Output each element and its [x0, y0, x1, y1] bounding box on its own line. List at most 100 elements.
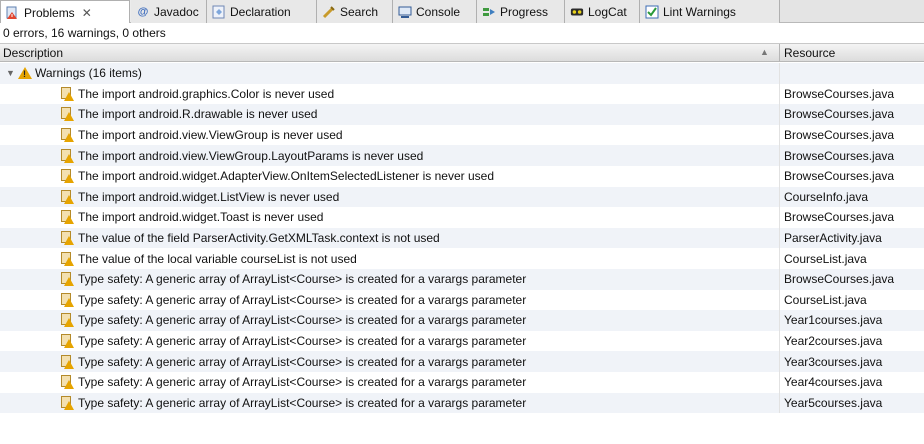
problems-table: ▼ ! Warnings (16 items) The import andro… — [0, 63, 924, 414]
resource-cell: BrowseCourses.java — [784, 86, 895, 101]
warning-marker-icon — [60, 86, 74, 101]
description-text: The import android.widget.ListView is ne… — [78, 189, 340, 204]
description-cell: The value of the local variable courseLi… — [0, 251, 357, 266]
description-cell: The import android.R.drawable is never u… — [0, 107, 318, 122]
group-cell: ▼ ! Warnings (16 items) — [0, 66, 142, 80]
lint-icon — [645, 5, 659, 19]
column-divider — [779, 330, 780, 352]
resource-cell: Year3courses.java — [784, 354, 883, 369]
resource-cell: Year4courses.java — [784, 375, 883, 390]
tab-label: Search — [340, 4, 379, 19]
description-text: Type safety: A generic array of ArrayLis… — [78, 354, 527, 369]
description-cell: Type safety: A generic array of ArrayLis… — [0, 375, 526, 390]
table-row[interactable]: The value of the local variable courseLi… — [0, 248, 924, 269]
resource-cell: CourseList.java — [784, 251, 867, 266]
description-text: The value of the field ParserActivity.Ge… — [78, 231, 440, 246]
resource-cell: BrowseCourses.java — [784, 169, 895, 184]
resource-cell: BrowseCourses.java — [784, 272, 895, 287]
column-divider — [779, 63, 780, 84]
description-cell: The import android.graphics.Color is nev… — [0, 86, 335, 101]
warning-icon: ! — [18, 66, 32, 80]
description-text: Type safety: A generic array of ArrayLis… — [78, 292, 527, 307]
table-row[interactable]: The value of the field ParserActivity.Ge… — [0, 227, 924, 249]
tab-label: Problems — [24, 5, 75, 20]
tab-lint-warnings[interactable]: Lint Warnings — [640, 0, 780, 23]
table-row[interactable]: The import android.view.ViewGroup.Layout… — [0, 145, 924, 166]
tab-problems[interactable]: Problems ✕ — [0, 0, 130, 24]
description-cell: The import android.view.ViewGroup is nev… — [0, 128, 343, 143]
table-row[interactable]: The import android.R.drawable is never u… — [0, 104, 924, 125]
warning-marker-icon — [60, 148, 74, 163]
description-cell: The import android.widget.AdapterView.On… — [0, 169, 494, 184]
resource-cell: Year5courses.java — [784, 395, 883, 410]
problems-icon — [6, 6, 20, 20]
tab-declaration[interactable]: Declaration — [207, 0, 317, 23]
warning-marker-icon — [60, 292, 74, 307]
column-divider — [779, 310, 780, 331]
table-row[interactable]: Type safety: A generic array of ArrayLis… — [0, 310, 924, 331]
table-row[interactable]: The import android.widget.Toast is never… — [0, 207, 924, 228]
description-text: Type safety: A generic array of ArrayLis… — [78, 334, 527, 349]
description-text: The import android.view.ViewGroup is nev… — [78, 128, 343, 143]
column-divider — [779, 248, 780, 269]
warning-marker-icon — [60, 334, 74, 349]
expand-triangle-icon[interactable]: ▼ — [6, 68, 18, 78]
table-row[interactable]: The import android.view.ViewGroup is nev… — [0, 124, 924, 146]
logcat-icon — [570, 5, 584, 19]
column-divider — [779, 207, 780, 228]
column-divider — [779, 104, 780, 125]
description-text: The value of the local variable courseLi… — [78, 251, 357, 266]
table-row[interactable]: Type safety: A generic array of ArrayLis… — [0, 268, 924, 290]
warning-marker-icon — [60, 231, 74, 246]
table-row[interactable]: Type safety: A generic array of ArrayLis… — [0, 330, 924, 352]
column-divider — [779, 227, 780, 249]
column-divider — [779, 165, 780, 187]
description-cell: Type safety: A generic array of ArrayLis… — [0, 313, 526, 328]
group-row-warnings[interactable]: ▼ ! Warnings (16 items) — [0, 63, 924, 84]
tab-progress[interactable]: Progress — [477, 0, 565, 23]
description-text: The import android.graphics.Color is nev… — [78, 86, 335, 101]
description-text: Type safety: A generic array of ArrayLis… — [78, 395, 527, 410]
progress-icon — [482, 5, 496, 19]
column-divider — [779, 83, 780, 105]
warning-marker-icon — [60, 189, 74, 204]
resource-cell: ParserActivity.java — [784, 231, 882, 246]
column-header-resource[interactable]: Resource — [784, 46, 835, 60]
column-divider[interactable] — [779, 44, 780, 62]
table-row[interactable]: Type safety: A generic array of ArrayLis… — [0, 392, 924, 414]
resource-cell: BrowseCourses.java — [784, 107, 895, 122]
warning-marker-icon — [60, 251, 74, 266]
table-row[interactable]: Type safety: A generic array of ArrayLis… — [0, 371, 924, 393]
view-tab-bar: Problems ✕ @ Javadoc Declaration Search … — [0, 0, 924, 24]
sort-ascending-icon: ▲ — [760, 47, 769, 57]
tab-label: Declaration — [230, 4, 291, 19]
warning-marker-icon — [60, 272, 74, 287]
tab-label: Javadoc — [154, 4, 199, 19]
description-text: Type safety: A generic array of ArrayLis… — [78, 272, 527, 287]
resource-cell: CourseInfo.java — [784, 189, 869, 204]
warning-marker-icon — [60, 395, 74, 410]
description-cell: Type safety: A generic array of ArrayLis… — [0, 272, 527, 287]
description-text: The import android.R.drawable is never u… — [78, 107, 318, 122]
column-divider — [779, 186, 780, 208]
tab-console[interactable]: Console — [393, 0, 477, 23]
table-row[interactable]: Type safety: A generic array of ArrayLis… — [0, 289, 924, 311]
warning-marker-icon — [60, 313, 74, 328]
tab-logcat[interactable]: LogCat — [565, 0, 640, 23]
warning-marker-icon — [60, 210, 74, 225]
column-divider — [779, 371, 780, 393]
description-text: The import android.widget.Toast is never… — [78, 210, 324, 225]
table-row[interactable]: The import android.widget.AdapterView.On… — [0, 165, 924, 187]
table-row[interactable]: The import android.graphics.Color is nev… — [0, 83, 924, 105]
tab-javadoc[interactable]: @ Javadoc — [131, 0, 207, 23]
table-row[interactable]: The import android.widget.ListView is ne… — [0, 186, 924, 208]
warning-marker-icon — [60, 107, 74, 122]
table-row[interactable]: Type safety: A generic array of ArrayLis… — [0, 351, 924, 372]
warning-marker-icon — [60, 169, 74, 184]
tab-search[interactable]: Search — [317, 0, 393, 23]
tab-label: Console — [416, 4, 461, 19]
table-header: Description ▲ Resource — [0, 43, 924, 62]
column-header-description[interactable]: Description — [3, 46, 63, 60]
close-icon[interactable]: ✕ — [82, 6, 92, 20]
description-cell: The value of the field ParserActivity.Ge… — [0, 231, 440, 246]
